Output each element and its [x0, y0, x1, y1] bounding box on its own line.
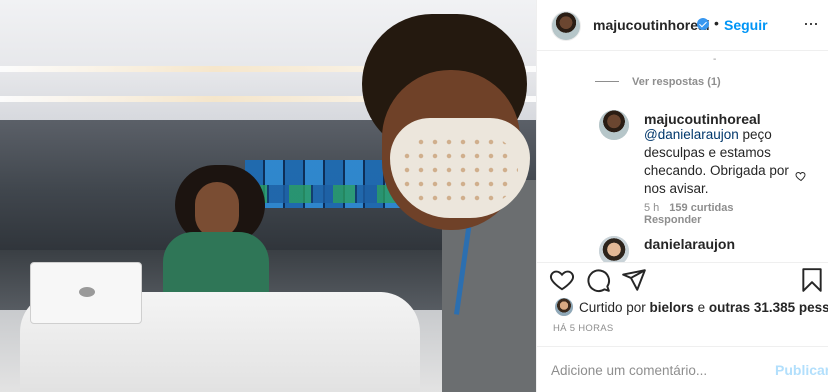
photo-mask-pattern [400, 135, 518, 205]
likes-summary: Curtido por bielors e outras 31.385 pess… [537, 296, 828, 320]
commenter-avatar[interactable] [599, 236, 629, 262]
photo-laptop [30, 262, 142, 324]
comments-list[interactable]: - Ver respostas (1) majucoutinhoreal @da… [537, 52, 828, 262]
likes-conjunction: e [693, 300, 709, 315]
comment-mention[interactable]: @danielaraujon [644, 127, 739, 142]
heart-icon[interactable] [549, 267, 575, 293]
commenter-username[interactable]: danielaraujon [644, 236, 735, 252]
previous-comment-fragment: - [713, 54, 717, 65]
photo-laptop-logo [79, 287, 95, 297]
others-liked-link[interactable]: outras 31.385 pessoas [709, 300, 828, 315]
bookmark-icon[interactable] [799, 267, 825, 293]
comment-text: @danielaraujon peço desculpas e estamos … [644, 126, 804, 198]
view-replies-button[interactable]: Ver respostas (1) [632, 76, 721, 88]
share-icon[interactable] [621, 267, 647, 293]
likes-prefix: Curtido por [579, 300, 650, 315]
author-username[interactable]: majucoutinhoreal [593, 17, 710, 33]
post-side-panel: majucoutinhoreal • Seguir ··· - Ver resp… [536, 0, 828, 392]
first-liker-username[interactable]: bielors [650, 300, 694, 315]
liker-avatar[interactable] [555, 298, 573, 316]
comment-input[interactable] [551, 359, 751, 381]
add-comment-section: Publicar [537, 346, 828, 392]
more-options-button[interactable]: ··· [803, 13, 819, 34]
post-header: majucoutinhoreal • Seguir ··· [537, 0, 828, 51]
comment-likes-count[interactable]: 159 curtidas [669, 202, 733, 214]
replies-divider-line [595, 81, 619, 82]
publish-button[interactable]: Publicar [775, 362, 828, 378]
comment-icon[interactable] [585, 267, 611, 293]
likes-text: Curtido por bielors e outras 31.385 pess… [579, 300, 828, 315]
reply-button[interactable]: Responder [644, 214, 701, 226]
author-avatar[interactable] [551, 11, 581, 41]
follow-button[interactable]: Seguir [724, 17, 768, 33]
post-timestamp[interactable]: HÁ 5 HORAS [553, 323, 614, 334]
commenter-avatar[interactable] [599, 110, 629, 140]
post-photo[interactable] [0, 0, 536, 392]
header-separator: • [714, 15, 719, 31]
comment-meta: 5 h 159 curtidas [644, 202, 734, 214]
photo-person-face [195, 182, 239, 238]
commenter-username[interactable]: majucoutinhoreal [644, 111, 761, 127]
verified-badge-icon [697, 18, 709, 30]
comment-age: 5 h [644, 202, 660, 214]
comment-heart-icon[interactable] [795, 170, 807, 182]
action-bar [537, 262, 828, 296]
